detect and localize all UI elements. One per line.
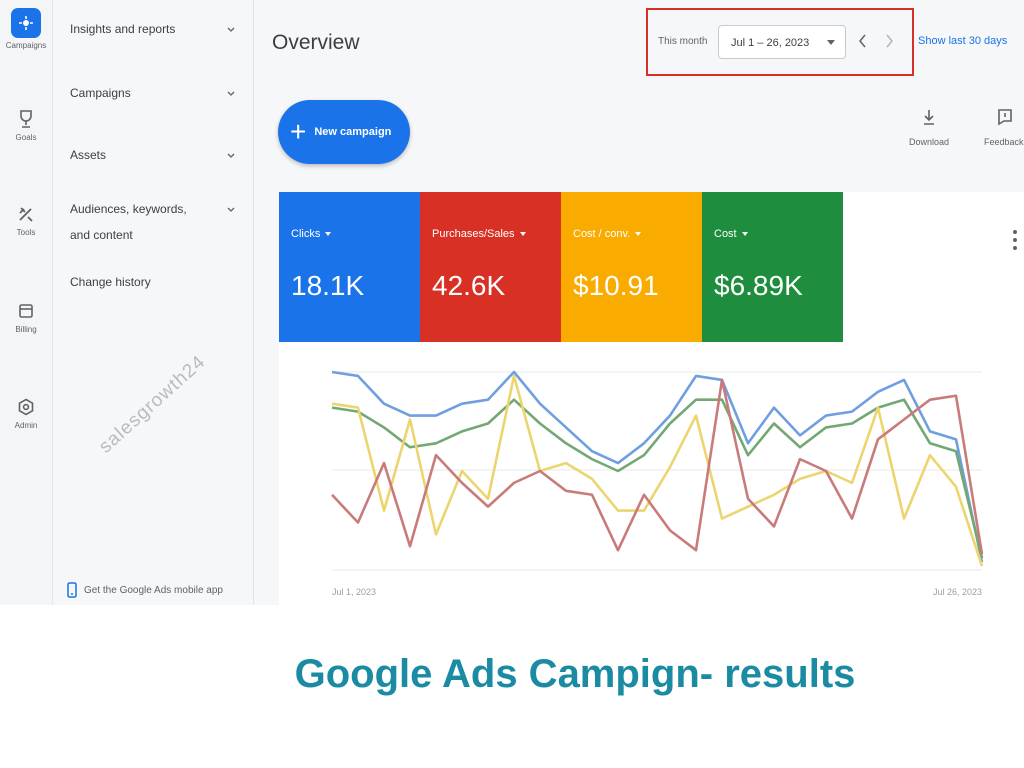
x-axis-end-label: Jul 26, 2023 [933,587,982,597]
chevron-down-icon [227,91,235,96]
date-range-value: Jul 1 – 26, 2023 [731,37,810,49]
metric-label: Clicks [291,228,332,240]
section-nav: Insights and reports Campaigns Assets Au… [53,0,254,605]
rail-item-admin[interactable]: Admin [0,396,52,430]
metric-tile-clicks[interactable]: Clicks 18.1K [279,192,420,342]
nav-item-assets[interactable]: Assets [70,146,246,164]
metric-value: 42.6K [432,270,506,301]
phone-icon [67,582,77,598]
rail-label: Campaigns [5,41,47,50]
tools-icon [15,203,37,225]
main-content: Overview This month Jul 1 – 26, 2023 Sho… [254,0,1024,605]
chevron-left-icon[interactable] [854,30,872,52]
metric-tile-purchases-sales[interactable]: Purchases/Sales 42.6K [420,192,561,342]
google-ads-screen: Campaigns Goals Tools Billing Admin Insi… [0,0,1024,605]
chart-series [331,370,984,567]
nav-item-insights-and-reports[interactable]: Insights and reports [70,20,246,38]
date-preset-label: This month [658,36,708,47]
download-label: Download [909,137,950,147]
image-caption: Google Ads Campign- results [294,652,856,696]
metric-label: Purchases/Sales [432,228,526,240]
rail-label: Billing [15,325,37,334]
metric-label: Cost [714,228,748,240]
nav-item-label: Campaigns [70,86,131,100]
chevron-right-icon[interactable] [880,30,898,52]
caret-down-icon [741,232,748,237]
nav-item-label: Change history [70,275,151,289]
x-axis-start-label: Jul 1, 2023 [332,587,376,597]
metric-tile-cost[interactable]: Cost $6.89K [702,192,843,342]
chevron-down-icon [227,153,235,158]
trophy-icon [15,108,37,130]
campaigns-icon [11,8,41,38]
rail-label: Goals [15,133,37,142]
rail-item-billing[interactable]: Billing [0,300,52,334]
page-title: Overview [272,31,360,54]
nav-item-audiences[interactable]: Audiences, keywords, and content [70,196,246,248]
caret-down-icon [325,232,332,237]
mobile-app-link[interactable]: Get the Google Ads mobile app [67,582,223,598]
performance-line-chart: Jul 1, 2023 Jul 26, 2023 [331,370,984,597]
caret-down-icon [519,232,526,237]
metric-label: Cost / conv. [573,228,642,240]
feedback-icon [998,109,1012,126]
date-range-highlight: This month Jul 1 – 26, 2023 [646,8,914,76]
rail-label: Tools [16,228,36,237]
more-vert-icon[interactable] [1011,228,1019,252]
nav-item-label: Assets [70,148,107,162]
rail-item-tools[interactable]: Tools [0,203,52,237]
nav-item-change-history[interactable]: Change history [70,273,246,291]
show-last-30-days-link[interactable]: Show last 30 days [918,35,1007,47]
new-campaign-button[interactable]: + New campaign [278,100,410,164]
nav-item-label: Insights and reports [70,22,176,36]
chevron-down-icon [227,27,235,32]
billing-icon [15,300,37,322]
caret-down-icon [635,232,642,237]
feedback-button[interactable]: Feedback [984,108,1024,147]
metric-value: $6.89K [714,270,803,301]
download-icon [924,110,935,125]
metric-value: 18.1K [291,270,365,301]
metric-value: $10.91 [573,270,659,301]
rail-item-goals[interactable]: Goals [0,108,52,142]
rail-label: Admin [14,421,38,430]
mobile-app-label: Get the Google Ads mobile app [84,584,223,596]
icon-rail: Campaigns Goals Tools Billing Admin [0,0,53,605]
nav-item-campaigns[interactable]: Campaigns [70,84,246,102]
admin-gear-icon [15,396,37,418]
new-campaign-label: New campaign [314,126,392,138]
plus-icon: + [290,116,307,147]
chevron-down-icon [227,207,235,212]
chart-grid [332,371,982,571]
date-range-select[interactable]: Jul 1 – 26, 2023 [718,25,846,59]
caret-down-icon [827,40,835,45]
download-button[interactable]: Download [909,108,949,147]
metric-tile-cost-per-conv[interactable]: Cost / conv. $10.91 [561,192,702,342]
nav-item-label: Audiences, keywords, and content [70,202,187,242]
series-line-1 [331,370,984,563]
feedback-label: Feedback [984,137,1024,147]
rail-item-campaigns[interactable]: Campaigns [0,8,52,50]
